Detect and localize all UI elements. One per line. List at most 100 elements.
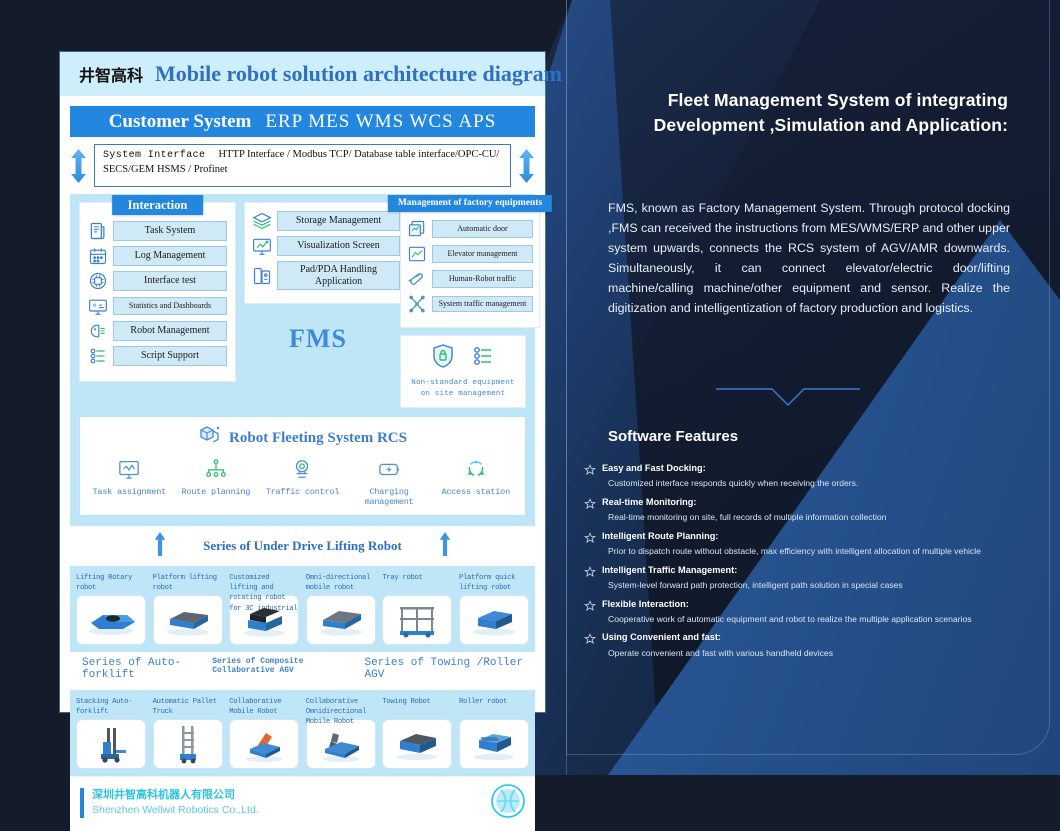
robot-head-icon bbox=[88, 321, 108, 341]
nonstandard-equipment-panel: Non-standard equipment on site managemen… bbox=[400, 335, 526, 408]
star-icon bbox=[583, 463, 597, 481]
factory-item-human-robot-traffic[interactable]: Human-Robot traffic bbox=[407, 269, 533, 289]
interaction-item-label: Script Support bbox=[113, 346, 227, 366]
robot-card[interactable]: Lifting Rotary robot bbox=[76, 573, 146, 645]
robot-label: Automatic Pallet Truck bbox=[152, 697, 218, 716]
tablet-device-icon bbox=[252, 266, 272, 286]
layers-icon bbox=[252, 211, 272, 231]
robot-card[interactable]: Collaborative Omnidirectional Mobile Rob… bbox=[305, 697, 376, 769]
system-interface-protocols-1: HTTP Interface / Modbus TCP/ Database ta… bbox=[218, 149, 500, 160]
system-interface-line1: System Interface HTTP Interface / Modbus… bbox=[103, 148, 502, 163]
tray-robot-image bbox=[382, 594, 453, 645]
document-list-icon bbox=[88, 221, 108, 241]
feature-item: Real-time Monitoring: Real-time monitori… bbox=[583, 496, 1044, 524]
wellwit-logo-icon bbox=[491, 783, 525, 823]
feature-detail: Cooperative work of automatic equipment … bbox=[608, 613, 972, 624]
collaborative-mobile-robot-image bbox=[229, 718, 300, 769]
interaction-item-interface-test[interactable]: Interface test bbox=[88, 271, 227, 291]
customer-system-bar: Customer System ERP MES WMS WCS APS bbox=[70, 106, 535, 137]
rcs-item-label: Charging management bbox=[364, 486, 414, 507]
star-icon bbox=[583, 497, 597, 515]
robot-label: Roller robot bbox=[458, 697, 508, 706]
robot-label: Towing Robot bbox=[382, 697, 431, 706]
factory-equipment-panel-title: Management of factory equipments bbox=[387, 195, 553, 212]
star-icon bbox=[583, 599, 597, 617]
fms-section: Interaction Task System Log Management I… bbox=[70, 194, 553, 526]
interaction-item-task-system[interactable]: Task System bbox=[88, 221, 227, 241]
robot-card[interactable]: Platform quick lifting robot bbox=[458, 573, 529, 645]
up-arrow-icon-right bbox=[438, 531, 452, 561]
sliders-icon bbox=[471, 343, 495, 374]
network-nodes-icon bbox=[407, 294, 427, 314]
under-drive-series-band: Series of Under Drive Lifting Robot bbox=[70, 531, 535, 561]
interaction-item-label: Robot Management bbox=[113, 321, 227, 341]
stacking-auto-forklift-image bbox=[76, 718, 146, 769]
feature-heading: Flexible Interaction: bbox=[602, 598, 689, 609]
fleet-management-title: Fleet Management System of integrating D… bbox=[653, 90, 1008, 135]
rcs-header: Robot Fleeting System RCS bbox=[86, 424, 519, 453]
interaction-item-label: Task System bbox=[113, 221, 227, 241]
poster-body: Customer System ERP MES WMS WCS APS Syst… bbox=[60, 96, 553, 831]
interaction-item-log-management[interactable]: Log Management bbox=[88, 246, 227, 266]
interaction-item-robot-management[interactable]: Robot Management bbox=[88, 321, 227, 341]
robot-card[interactable]: Automatic Pallet Truck bbox=[152, 697, 223, 769]
rcs-item-label: Access station bbox=[441, 486, 510, 497]
series-label-towing-roller-agv: Series of Towing /Roller AGV bbox=[364, 656, 523, 681]
rcs-item-access-station[interactable]: Access station bbox=[432, 458, 519, 507]
rcs-title: Robot Fleeting System RCS bbox=[229, 429, 407, 446]
nonstandard-line1: Non-standard equipment bbox=[411, 379, 515, 387]
fms-panels-row: Interaction Task System Log Management I… bbox=[79, 195, 553, 408]
under-drive-series-title: Series of Under Drive Lifting Robot bbox=[203, 538, 402, 553]
series-label-composite-agv: Series of Composite Collaborative AGV bbox=[212, 656, 304, 675]
factory-item-automatic-door[interactable]: Automatic door bbox=[407, 219, 533, 239]
nonstandard-icons bbox=[406, 343, 520, 374]
software-features-title: Software Features bbox=[608, 428, 739, 445]
rcs-item-traffic-control[interactable]: Traffic control bbox=[259, 458, 346, 507]
chevron-divider-icon bbox=[716, 386, 860, 413]
software-features-list: Easy and Fast Docking: Customized interf… bbox=[583, 462, 1044, 665]
middle-item-label: Visualization Screen bbox=[277, 236, 400, 256]
robot-label: Lifting Rotary robot bbox=[76, 573, 133, 592]
robot-card[interactable]: Roller robot bbox=[458, 697, 529, 769]
middle-item-storage-management[interactable]: Storage Management bbox=[252, 211, 400, 231]
robot-card[interactable]: Omni-directional mobile robot bbox=[305, 573, 376, 645]
interaction-item-script-support[interactable]: Script Support bbox=[88, 346, 227, 366]
right-content-panel: Fleet Management System of integrating D… bbox=[566, 0, 1060, 775]
middle-item-pad-pda[interactable]: Pad/PDA Handling Application bbox=[252, 261, 400, 290]
customer-system-label: Customer System bbox=[108, 110, 252, 132]
robot-label: Platform lifting robot bbox=[152, 573, 218, 592]
cubes-icon bbox=[198, 424, 222, 453]
rcs-item-route-planning[interactable]: Route planning bbox=[173, 458, 260, 507]
interaction-item-statistics[interactable]: Statistics and Dashboards bbox=[88, 296, 227, 316]
factory-item-label: Automatic door bbox=[432, 220, 533, 238]
feature-detail: Prior to dispatch route without obstacle… bbox=[608, 546, 981, 557]
factory-item-system-traffic[interactable]: System traffic management bbox=[407, 294, 533, 314]
rcs-item-task-assignment[interactable]: Task assignment bbox=[86, 458, 173, 507]
rcs-item-charging-management[interactable]: Charging management bbox=[346, 458, 433, 507]
middle-item-label: Pad/PDA Handling Application bbox=[277, 261, 400, 290]
automatic-pallet-truck-image bbox=[152, 718, 223, 769]
factory-item-elevator-management[interactable]: Elevator management bbox=[407, 244, 533, 264]
chip-icon bbox=[88, 271, 108, 291]
traffic-lanes-icon bbox=[407, 269, 427, 289]
rcs-item-label: Task assignment bbox=[92, 486, 167, 497]
monitor-wave-icon bbox=[118, 460, 140, 484]
robot-card[interactable]: Stacking Auto-forklift bbox=[76, 697, 146, 769]
robot-card[interactable]: Customized lifting and rotating robot fo… bbox=[229, 573, 300, 645]
robot-card[interactable]: Tray robot bbox=[382, 573, 453, 645]
traffic-light-icon bbox=[291, 459, 313, 484]
fms-acronym: FMS bbox=[289, 324, 347, 353]
middle-item-visualization-screen[interactable]: Visualization Screen bbox=[252, 236, 400, 256]
poster-header: 井智高科 Mobile robot solution architecture … bbox=[60, 52, 562, 96]
interaction-item-label: Log Management bbox=[113, 246, 227, 266]
platform-lifting-robot-image bbox=[152, 594, 223, 645]
robot-card[interactable]: Collaborative Mobile Robot bbox=[229, 697, 300, 769]
roller-robot-image bbox=[458, 718, 529, 769]
robot-card[interactable]: Towing Robot bbox=[382, 697, 453, 769]
poster-title: Mobile robot solution architecture diagr… bbox=[155, 61, 562, 86]
customer-system-list: ERP MES WMS WCS APS bbox=[265, 110, 497, 132]
feature-item: Easy and Fast Docking: Customized interf… bbox=[583, 462, 1044, 490]
nonstandard-line2: on site management bbox=[420, 390, 506, 399]
monitor-stats-icon bbox=[88, 296, 108, 316]
robot-card[interactable]: Platform lifting robot bbox=[152, 573, 223, 645]
